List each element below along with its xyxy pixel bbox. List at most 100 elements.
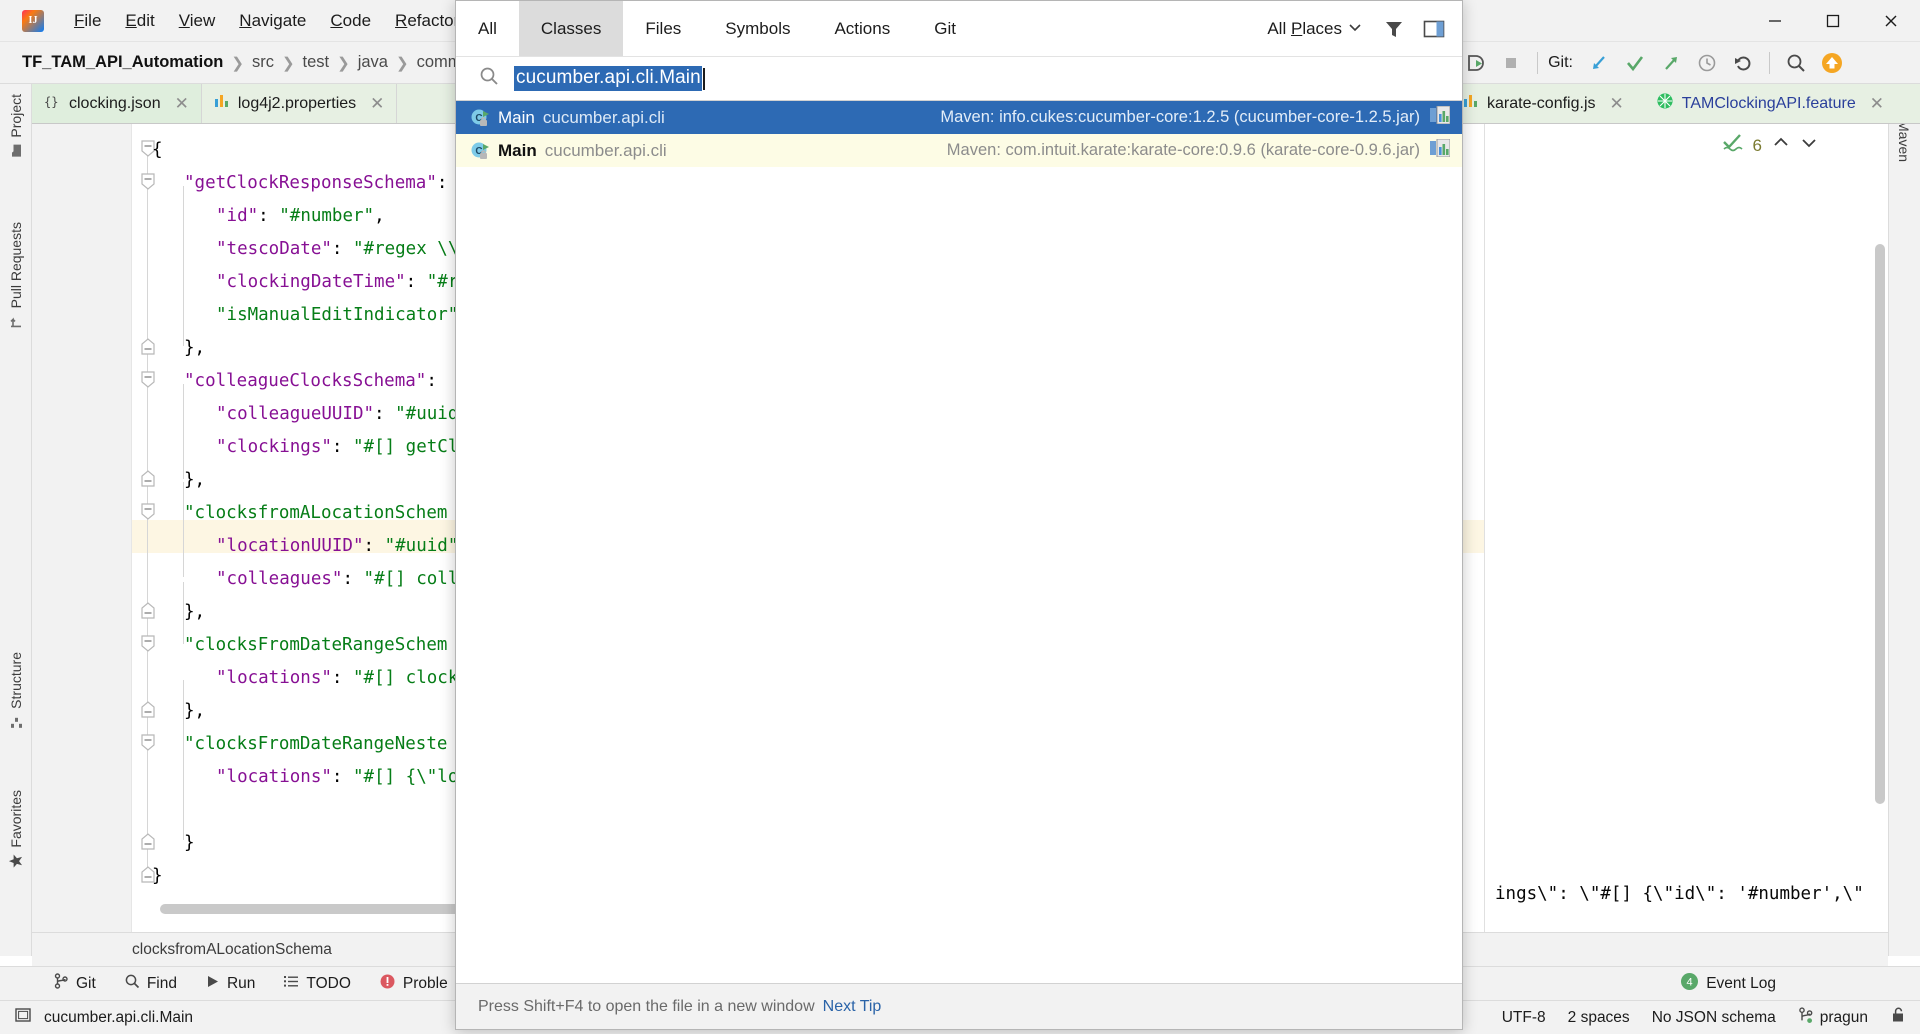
unlocked-icon[interactable]: [1890, 1006, 1906, 1029]
sidebar-item-pull-requests[interactable]: Pull Requests: [0, 216, 32, 334]
fold-expand-icon[interactable]: [140, 503, 156, 520]
filter-icon[interactable]: [1376, 11, 1412, 47]
update-project-icon[interactable]: [1581, 45, 1617, 81]
search-result-row[interactable]: C Main cucumber.api.cli Maven: info.cukes:c…: [456, 101, 1462, 134]
code-line[interactable]: "clockings": "#[] getCl: [216, 431, 458, 464]
close-icon[interactable]: ✕: [1610, 94, 1624, 114]
scope-selector[interactable]: All Places: [1257, 19, 1372, 39]
fold-expand-icon[interactable]: [140, 371, 156, 388]
menu-view[interactable]: View: [167, 0, 228, 42]
commit-icon[interactable]: [1617, 45, 1653, 81]
code-line[interactable]: }: [152, 860, 163, 893]
fold-collapse-icon[interactable]: [140, 833, 156, 850]
menu-file[interactable]: File: [62, 0, 113, 42]
next-tip-link[interactable]: Next Tip: [823, 998, 882, 1016]
search-everywhere-icon[interactable]: [1778, 45, 1814, 81]
code-line[interactable]: },: [184, 332, 205, 365]
fold-collapse-icon[interactable]: [140, 338, 156, 355]
code-line[interactable]: "colleagueUUID": "#uuid: [216, 398, 458, 431]
close-icon[interactable]: [1862, 0, 1920, 42]
close-icon[interactable]: ✕: [1870, 94, 1884, 114]
code-line[interactable]: {: [152, 134, 163, 167]
bottom-tab-find[interactable]: Find: [110, 973, 191, 994]
history-icon[interactable]: [1689, 45, 1725, 81]
code-line[interactable]: "tescoDate": "#regex \\: [216, 233, 458, 266]
editor-right-pane[interactable]: 6 ings\": \"#[] {\"id\": '#number',\": [1484, 124, 1888, 932]
horizontal-scrollbar[interactable]: [160, 904, 490, 914]
sidebar-item-project[interactable]: Project: [0, 88, 32, 164]
code-line[interactable]: "getClockResponseSchema":: [184, 167, 447, 200]
code-line[interactable]: "clocksFromDateRangeNeste: [184, 728, 447, 761]
chevron-down-icon[interactable]: [1800, 134, 1818, 157]
editor-tab-clocking-json[interactable]: {} clocking.json ✕: [32, 84, 202, 123]
search-input-row[interactable]: cucumber.api.cli.Main: [456, 56, 1462, 101]
tab-files[interactable]: Files: [623, 1, 703, 56]
tab-classes[interactable]: Classes: [518, 1, 624, 56]
maximize-icon[interactable]: [1804, 0, 1862, 42]
sidebar-item-favorites[interactable]: Favorites: [0, 784, 32, 875]
editor-mode-icon[interactable]: [14, 1006, 32, 1029]
code-line[interactable]: "isManualEditIndicator": [216, 299, 458, 332]
bottom-tab-todo[interactable]: TODO: [269, 973, 365, 994]
code-line[interactable]: "colleagues": "#[] coll: [216, 563, 458, 596]
code-line[interactable]: "clocksfromALocationSchem: [184, 497, 447, 530]
code-line[interactable]: }: [184, 827, 195, 860]
editor-tab-log4j2-properties[interactable]: log4j2.properties ✕: [201, 84, 398, 123]
close-icon[interactable]: ✕: [370, 94, 384, 114]
chevron-up-icon[interactable]: [1772, 134, 1790, 157]
tab-actions[interactable]: Actions: [812, 1, 912, 56]
code-line[interactable]: "locationUUID": "#uuid": [216, 530, 458, 563]
preview-panel-icon[interactable]: [1416, 11, 1452, 47]
bottom-tab-event-log[interactable]: 4 Event Log: [1666, 972, 1790, 996]
editor-tab-karate-config-js[interactable]: karate-config.js ✕: [1463, 93, 1648, 114]
editor-gutter[interactable]: [32, 124, 132, 932]
fold-collapse-icon[interactable]: [140, 470, 156, 487]
code-line[interactable]: "clocksFromDateRangeSchem: [184, 629, 447, 662]
fold-collapse-icon[interactable]: [140, 701, 156, 718]
minimize-icon[interactable]: [1746, 0, 1804, 42]
search-result-row[interactable]: C Main cucumber.api.cli Maven: com.intuit.k…: [456, 134, 1462, 167]
inspection-widget[interactable]: 6: [1721, 132, 1818, 159]
close-icon[interactable]: ✕: [175, 94, 189, 114]
breadcrumb-project[interactable]: TF_TAM_API_Automation: [22, 53, 228, 72]
code-line[interactable]: "locations": "#[] clock: [216, 662, 458, 695]
vertical-scrollbar[interactable]: [1875, 244, 1885, 804]
tab-symbols[interactable]: Symbols: [703, 1, 812, 56]
editor-tab-tamclockingapi-feature[interactable]: TAMClockingAPI.feature ✕: [1656, 92, 1920, 115]
menu-edit[interactable]: Edit: [113, 0, 166, 42]
status-indent[interactable]: 2 spaces: [1568, 1009, 1630, 1027]
search-everywhere-dialog[interactable]: All Classes Files Symbols Actions Git Al…: [455, 0, 1463, 1030]
search-input[interactable]: cucumber.api.cli.Main: [514, 66, 702, 91]
code-line[interactable]: "colleagueClocksSchema":: [184, 365, 437, 398]
status-encoding[interactable]: UTF-8: [1502, 1009, 1546, 1027]
fold-expand-icon[interactable]: [140, 734, 156, 751]
breadcrumb-src[interactable]: src: [247, 53, 279, 72]
breadcrumb-test[interactable]: test: [298, 53, 335, 72]
code-line[interactable]: },: [184, 695, 205, 728]
menu-code[interactable]: Code: [318, 0, 383, 42]
fold-collapse-icon[interactable]: [140, 602, 156, 619]
bottom-tab-git[interactable]: Git: [40, 973, 110, 994]
bottom-tab-run[interactable]: Run: [191, 974, 269, 994]
breadcrumb-java[interactable]: java: [353, 53, 393, 72]
menu-navigate[interactable]: Navigate: [227, 0, 318, 42]
code-line[interactable]: "clockingDateTime": "#r: [216, 266, 458, 299]
tab-all[interactable]: All: [456, 1, 519, 56]
search-results-list[interactable]: C Main cucumber.api.cli Maven: info.cukes:c…: [456, 101, 1462, 167]
code-line[interactable]: },: [184, 464, 205, 497]
stop-icon[interactable]: [1493, 45, 1529, 81]
search-icon: [478, 65, 500, 92]
fold-expand-icon[interactable]: [140, 635, 156, 652]
update-available-icon[interactable]: [1814, 45, 1850, 81]
bottom-tab-problems[interactable]: Proble: [365, 973, 462, 995]
status-json-schema[interactable]: No JSON schema: [1652, 1009, 1776, 1027]
rollback-icon[interactable]: [1725, 45, 1761, 81]
code-line[interactable]: "locations": "#[] {\"lo: [216, 761, 458, 794]
push-icon[interactable]: [1653, 45, 1689, 81]
tab-git[interactable]: Git: [912, 1, 978, 56]
code-line[interactable]: },: [184, 596, 205, 629]
status-git-branch[interactable]: pragun: [1798, 1006, 1868, 1029]
code-line[interactable]: "id": "#number",: [216, 200, 385, 233]
fold-expand-icon[interactable]: [140, 173, 156, 190]
sidebar-item-structure[interactable]: Structure: [0, 646, 32, 735]
